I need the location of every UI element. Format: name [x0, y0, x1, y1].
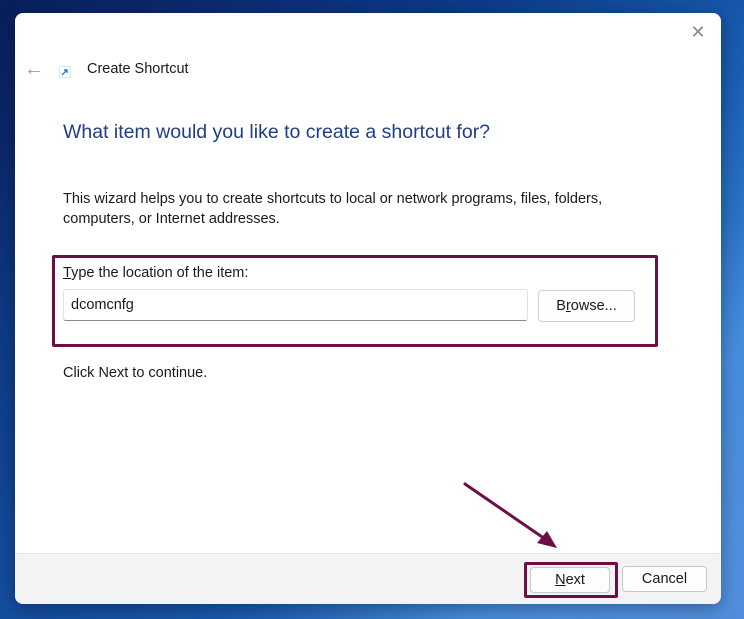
- next-button[interactable]: Next: [530, 567, 610, 593]
- next-label-text: ext: [565, 572, 585, 588]
- shortcut-icon: [59, 66, 71, 78]
- wizard-description: This wizard helps you to create shortcut…: [63, 191, 603, 227]
- window-title: Create Shortcut: [87, 61, 189, 77]
- cancel-button[interactable]: Cancel: [622, 566, 707, 592]
- close-icon[interactable]: ✕: [687, 21, 709, 43]
- next-label-mnemonic: N: [555, 572, 566, 588]
- location-highlight-box: [52, 255, 658, 347]
- continue-instruction: Click Next to continue.: [63, 365, 208, 381]
- back-arrow-icon[interactable]: ←: [23, 58, 45, 80]
- wizard-heading: What item would you like to create a sho…: [63, 121, 491, 143]
